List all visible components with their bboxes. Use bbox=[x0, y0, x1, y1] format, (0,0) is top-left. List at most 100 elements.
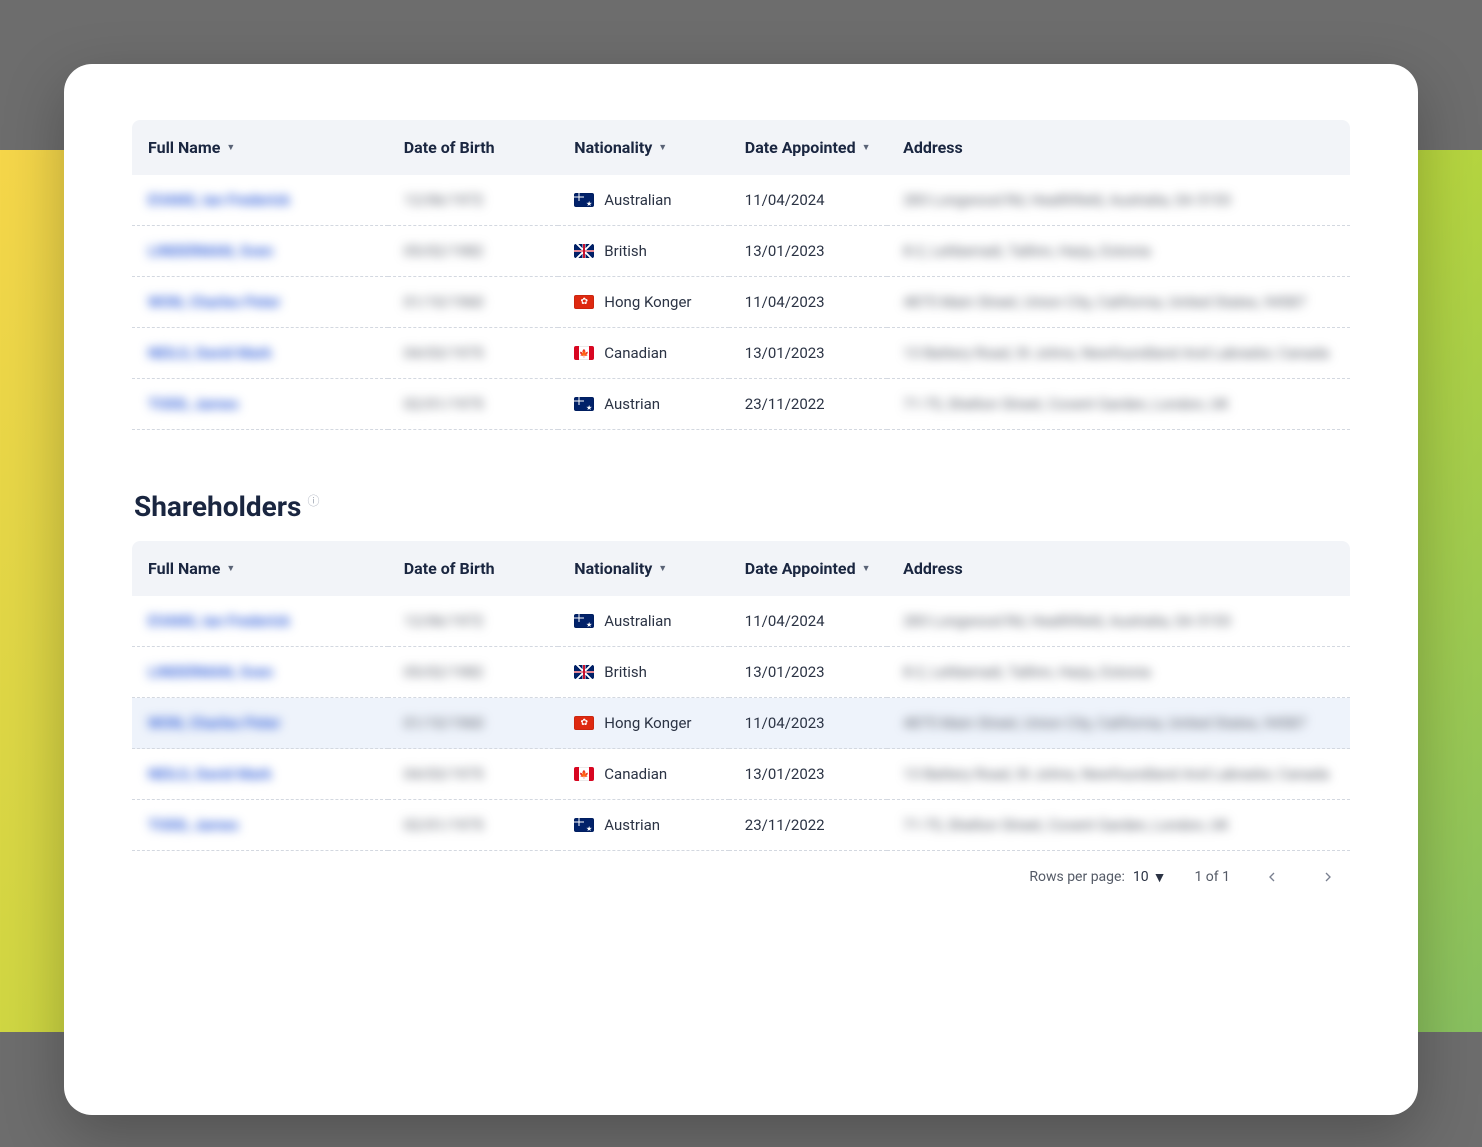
table-row[interactable]: TODD, James 02/01/1975 Austrian 23/11/2022 7… bbox=[132, 800, 1350, 851]
table-row[interactable]: NEILS, David Mark 04/03/1975 Canadian 13/01… bbox=[132, 749, 1350, 800]
cell-nationality: Canadian bbox=[574, 344, 713, 362]
table-row[interactable]: LINDERMAN, Sven05/02/1982British13/01/20… bbox=[132, 647, 1350, 698]
nationality-label: Canadian bbox=[604, 765, 667, 783]
flag-icon bbox=[574, 665, 594, 679]
chevron-right-icon bbox=[1320, 869, 1336, 885]
flag-icon bbox=[574, 614, 594, 628]
nationality-label: British bbox=[604, 663, 647, 681]
nationality-label: Austrian bbox=[604, 395, 660, 413]
table-row[interactable]: EVANS, Ian Frederick 12/06/1972 Australian… bbox=[132, 596, 1350, 647]
nationality-label: Hong Konger bbox=[604, 714, 691, 732]
col-header-label: Date of Birth bbox=[404, 559, 495, 578]
col-header-address: Address bbox=[887, 120, 1350, 175]
sort-caret-icon: ▼ bbox=[862, 142, 871, 153]
col-header-dob: Date of Birth bbox=[388, 541, 559, 596]
cell-address: 71-75, Shelton Street, Covent Garden, Lo… bbox=[903, 816, 1229, 834]
cell-full-name[interactable]: NEILS, David Mark bbox=[148, 344, 272, 362]
table-row[interactable]: NEILS, David Mark04/03/1975Canadian13/01… bbox=[132, 328, 1350, 379]
shareholders-heading: Shareholders ⓘ bbox=[134, 490, 1350, 523]
table-row[interactable]: TODD, James02/01/1975Austrian23/11/20227… bbox=[132, 379, 1350, 430]
cell-appointed: 13/01/2023 bbox=[745, 242, 825, 260]
cell-full-name[interactable]: WON, Charles Peter bbox=[148, 293, 281, 311]
col-header-label: Date Appointed bbox=[745, 559, 856, 578]
sort-caret-icon: ▼ bbox=[658, 142, 667, 153]
section-title-text: Shareholders bbox=[134, 490, 301, 523]
col-header-label: Address bbox=[903, 559, 963, 578]
content-card: Full Name ▼ Date of Birth Nationality ▼ bbox=[64, 64, 1418, 1115]
directors-table: Full Name ▼ Date of Birth Nationality ▼ bbox=[132, 120, 1350, 430]
col-header-address: Address bbox=[887, 541, 1350, 596]
cell-appointed: 13/01/2023 bbox=[745, 663, 825, 681]
next-page-button[interactable] bbox=[1314, 863, 1342, 891]
nationality-label: Austrian bbox=[604, 816, 660, 834]
cell-dob: 04/03/1975 bbox=[404, 344, 484, 362]
cell-appointed: 23/11/2022 bbox=[745, 816, 825, 834]
cell-full-name[interactable]: TODD, James bbox=[148, 395, 239, 413]
cell-appointed: 13/01/2023 bbox=[745, 765, 825, 783]
cell-nationality: Hong Konger bbox=[574, 714, 713, 732]
table-row[interactable]: LINDERMAN, Sven 05/02/1982 British 13/01/20… bbox=[132, 226, 1350, 277]
col-header-full-name[interactable]: Full Name ▼ bbox=[132, 120, 388, 175]
col-header-full-name[interactable]: Full Name ▼ bbox=[132, 541, 388, 596]
cell-dob: 12/06/1972 bbox=[404, 612, 484, 630]
table-row[interactable]: EVANS, Ian Frederick 12/06/1972 Australian… bbox=[132, 175, 1350, 226]
cell-dob: 02/01/1975 bbox=[404, 816, 484, 834]
col-header-appointed[interactable]: Date Appointed ▼ bbox=[729, 541, 887, 596]
cell-dob: 02/01/1975 bbox=[404, 395, 484, 413]
table-row[interactable]: WON, Charles Peter 01/10/1960 Hong Konger 1… bbox=[132, 277, 1350, 328]
nationality-label: Australian bbox=[604, 612, 671, 630]
rows-per-page: Rows per page: 10 ▼ bbox=[1029, 869, 1166, 886]
col-header-label: Date Appointed bbox=[745, 138, 856, 157]
flag-icon bbox=[574, 767, 594, 781]
cell-address: 71-75, Shelton Street, Covent Garden, Lo… bbox=[903, 395, 1229, 413]
cell-address: 8-2, Lehberradi, Tallinn, Harju, Estonia bbox=[903, 242, 1150, 260]
cell-address: 13 Battery Road, St Johns, Newfoundland … bbox=[903, 765, 1329, 783]
cell-appointed: 11/04/2024 bbox=[745, 191, 825, 209]
flag-icon bbox=[574, 397, 594, 411]
prev-page-button[interactable] bbox=[1258, 863, 1286, 891]
flag-icon bbox=[574, 346, 594, 360]
cell-nationality: British bbox=[574, 242, 713, 260]
rows-per-page-select[interactable]: 10 ▼ bbox=[1133, 869, 1167, 886]
cell-full-name[interactable]: LINDERMAN, Sven bbox=[148, 663, 273, 681]
cell-full-name[interactable]: EVANS, Ian Frederick bbox=[148, 191, 290, 209]
col-header-label: Date of Birth bbox=[404, 138, 495, 157]
cell-nationality: Australian bbox=[574, 612, 713, 630]
cell-dob: 04/03/1975 bbox=[404, 765, 484, 783]
cell-dob: 01/10/1960 bbox=[404, 293, 484, 311]
sort-caret-icon: ▼ bbox=[226, 563, 235, 574]
directors-table-wrap: Full Name ▼ Date of Birth Nationality ▼ bbox=[132, 120, 1350, 430]
sort-caret-icon: ▼ bbox=[658, 563, 667, 574]
table-row[interactable]: WON, Charles Peter01/10/1960Hong Konger1… bbox=[132, 698, 1350, 749]
flag-icon bbox=[574, 716, 594, 730]
cell-full-name[interactable]: TODD, James bbox=[148, 816, 239, 834]
cell-address: 283 Longwood Rd, Healthfield, Australia,… bbox=[903, 612, 1231, 630]
nationality-label: British bbox=[604, 242, 647, 260]
cell-address: 8-2, Lehberradi, Tallinn, Harju, Estonia bbox=[903, 663, 1150, 681]
col-header-dob: Date of Birth bbox=[388, 120, 559, 175]
page-range-label: 1 of 1 bbox=[1194, 869, 1230, 885]
col-header-nationality[interactable]: Nationality ▼ bbox=[558, 120, 729, 175]
col-header-appointed[interactable]: Date Appointed ▼ bbox=[729, 120, 887, 175]
flag-icon bbox=[574, 193, 594, 207]
cell-dob: 05/02/1982 bbox=[404, 242, 484, 260]
sort-caret-icon: ▼ bbox=[862, 563, 871, 574]
cell-dob: 12/06/1972 bbox=[404, 191, 484, 209]
cell-nationality: British bbox=[574, 663, 713, 681]
cell-appointed: 11/04/2023 bbox=[745, 293, 825, 311]
pagination-bar: Rows per page: 10 ▼ 1 of 1 bbox=[132, 851, 1350, 891]
chevron-left-icon bbox=[1264, 869, 1280, 885]
cell-nationality: Hong Konger bbox=[574, 293, 713, 311]
nationality-label: Hong Konger bbox=[604, 293, 691, 311]
cell-full-name[interactable]: WON, Charles Peter bbox=[148, 714, 281, 732]
nationality-label: Australian bbox=[604, 191, 671, 209]
cell-address: 4875 Main Street, Union City, California… bbox=[903, 714, 1306, 732]
cell-full-name[interactable]: LINDERMAN, Sven bbox=[148, 242, 273, 260]
cell-full-name[interactable]: NEILS, David Mark bbox=[148, 765, 272, 783]
info-icon[interactable]: ⓘ bbox=[307, 492, 319, 509]
cell-full-name[interactable]: EVANS, Ian Frederick bbox=[148, 612, 290, 630]
rows-per-page-label: Rows per page: bbox=[1029, 869, 1124, 885]
shareholders-table: Full Name ▼ Date of Birth Nationality ▼ bbox=[132, 541, 1350, 851]
col-header-nationality[interactable]: Nationality ▼ bbox=[558, 541, 729, 596]
col-header-label: Full Name bbox=[148, 559, 220, 578]
